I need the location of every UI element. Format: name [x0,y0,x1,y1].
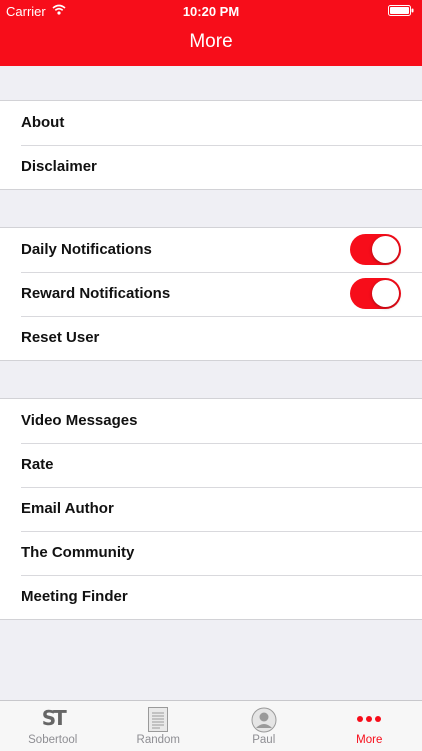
reward-notifications-toggle[interactable] [350,278,401,309]
disclaimer-label: Disclaimer [21,145,97,189]
video-messages-label: Video Messages [21,399,137,443]
battery-icon [388,5,414,16]
disclaimer-row[interactable]: Disclaimer [0,145,422,189]
tab-label: Sobertool [0,734,106,746]
email-author-label: Email Author [21,487,114,531]
about-label: About [21,101,64,145]
tab-label: Random [106,734,212,746]
daily-notifications-label: Daily Notifications [21,228,152,272]
tab-paul[interactable]: Paul [211,701,317,751]
daily-notifications-toggle[interactable] [350,234,401,265]
reset-user-row[interactable]: Reset User [0,316,422,360]
video-messages-row[interactable]: Video Messages [0,399,422,443]
tab-random[interactable]: Random [106,701,212,751]
tab-bar: ST Sobertool Random Paul More [0,700,422,751]
person-icon [251,707,277,733]
reset-user-label: Reset User [21,316,99,360]
reward-notifications-label: Reward Notifications [21,272,170,316]
meeting-finder-label: Meeting Finder [21,575,128,619]
meeting-finder-row[interactable]: Meeting Finder [0,575,422,619]
clock-time: 10:20 PM [0,4,422,19]
document-icon [148,707,168,732]
daily-notifications-row: Daily Notifications [0,228,422,272]
settings-group-more: Video Messages Rate Email Author The Com… [0,398,422,620]
tab-label: Paul [211,734,317,746]
the-community-label: The Community [21,531,134,575]
tab-label: More [317,734,422,746]
toggle-knob [372,280,399,307]
more-dots-icon [355,707,383,727]
header-bar: Carrier 10:20 PM More [0,0,422,66]
page-title: More [0,31,422,53]
about-row[interactable]: About [0,101,422,145]
toggle-knob [372,236,399,263]
sobertool-logo-icon: ST [42,707,64,729]
the-community-row[interactable]: The Community [0,531,422,575]
rate-label: Rate [21,443,54,487]
rate-row[interactable]: Rate [0,443,422,487]
settings-group-info: About Disclaimer [0,100,422,190]
tab-more[interactable]: More [317,701,422,751]
status-bar: Carrier 10:20 PM [0,0,422,22]
settings-group-notifications: Daily Notifications Reward Notifications… [0,227,422,361]
tab-sobertool[interactable]: ST Sobertool [0,701,106,751]
email-author-row[interactable]: Email Author [0,487,422,531]
reward-notifications-row: Reward Notifications [0,272,422,316]
